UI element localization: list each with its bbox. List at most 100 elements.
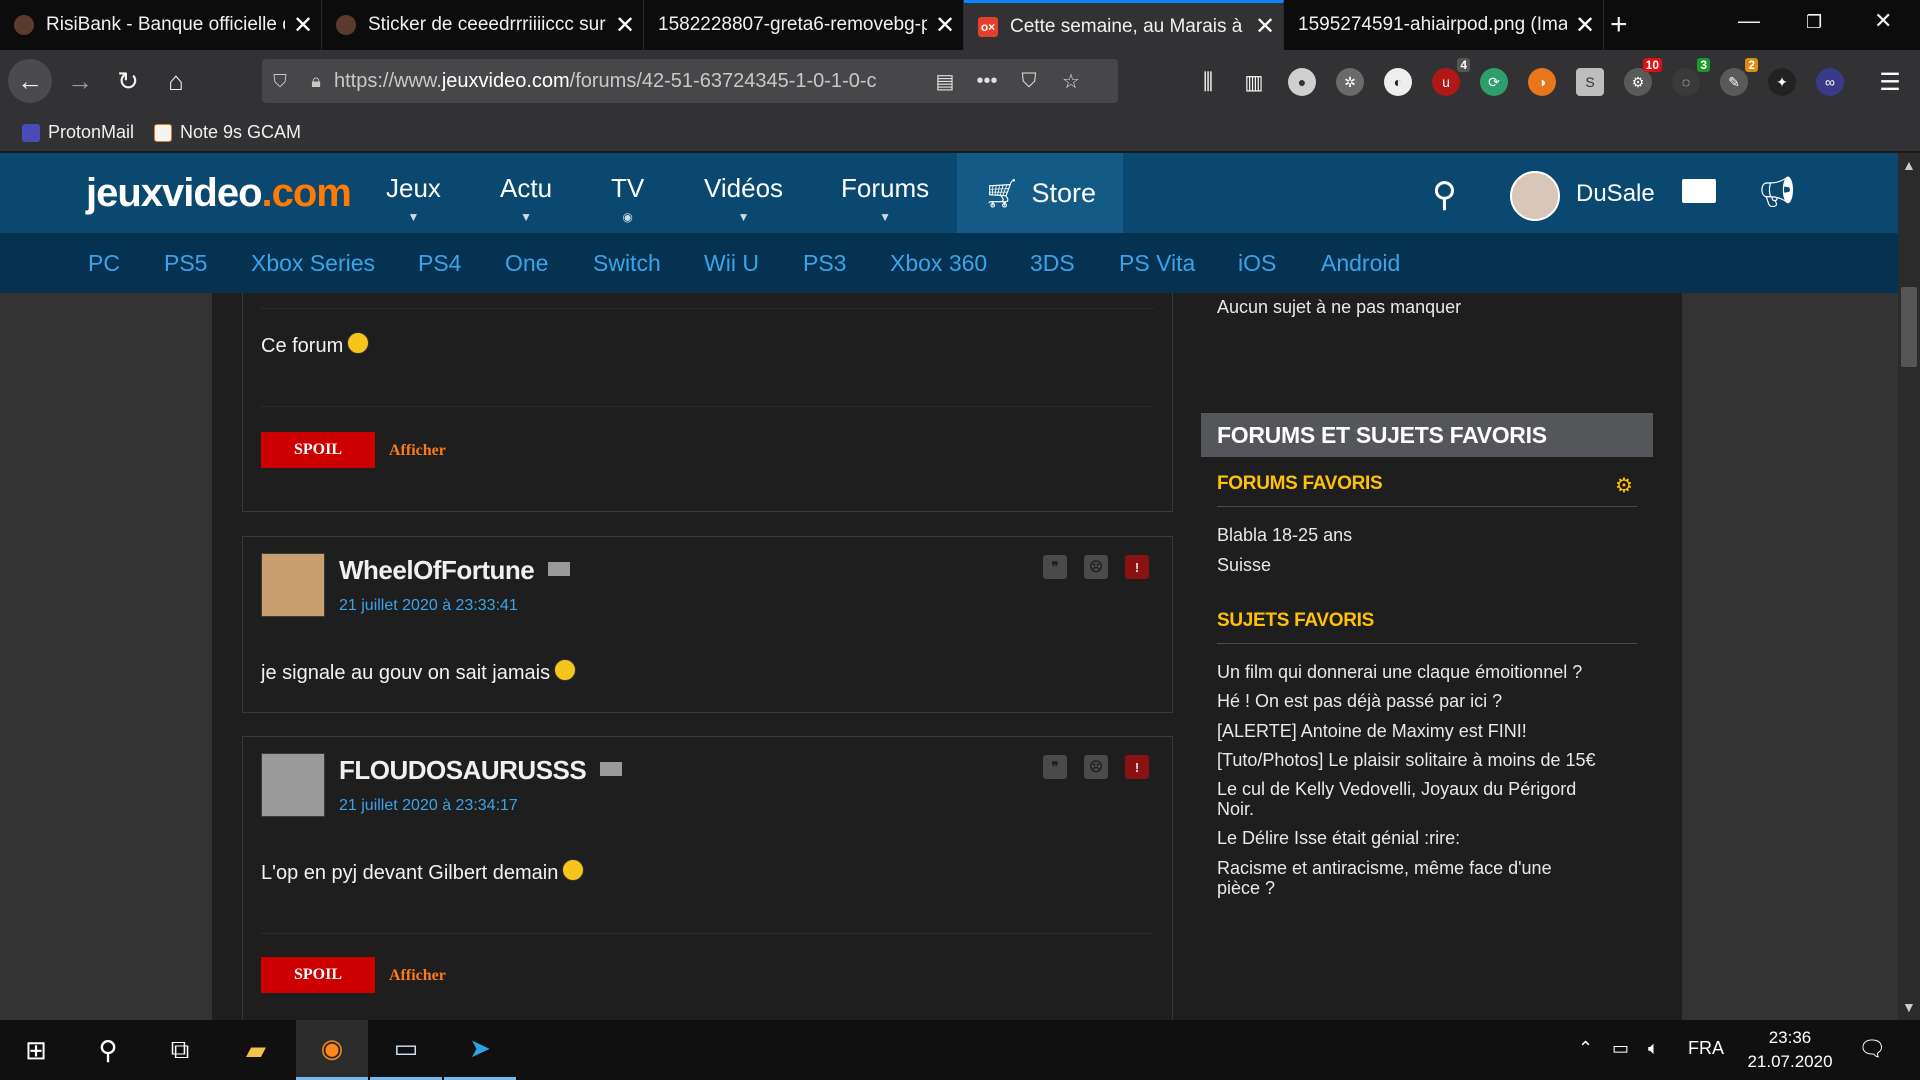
extension-icon[interactable]: ✦: [1768, 68, 1796, 96]
extension-icon[interactable]: ✲: [1336, 68, 1364, 96]
platform-switch[interactable]: Switch: [593, 250, 661, 277]
tab-sticker[interactable]: Sticker de ceeedrrriiiiccc sur c ✕: [322, 0, 644, 50]
quote-icon[interactable]: ❞: [1043, 755, 1067, 779]
favorite-topic-item[interactable]: [Tuto/Photos] Le plaisir solitaire à moi…: [1217, 750, 1617, 770]
quote-icon[interactable]: ❞: [1043, 555, 1067, 579]
more-actions-icon[interactable]: •••: [966, 70, 1008, 93]
favorite-topic-item[interactable]: Le Délire Isse était génial :rire:: [1217, 828, 1617, 848]
clock[interactable]: 23:36 21.07.2020: [1735, 1026, 1845, 1074]
extension-icon[interactable]: ◌ 3: [1672, 58, 1710, 96]
window-app-icon[interactable]: ▭: [370, 1020, 442, 1080]
nav-jeux[interactable]: Jeux ▼: [386, 173, 441, 224]
ublock-icon[interactable]: u4: [1432, 58, 1470, 96]
reload-button[interactable]: ↻: [108, 61, 148, 101]
platform-one[interactable]: One: [505, 250, 548, 277]
platform-psvita[interactable]: PS Vita: [1119, 250, 1195, 277]
username[interactable]: DuSale: [1576, 180, 1655, 208]
send-message-icon[interactable]: [600, 762, 623, 776]
close-icon[interactable]: ✕: [1247, 12, 1283, 41]
restore-button[interactable]: ❐: [1806, 12, 1822, 33]
favorite-topic-item[interactable]: Le cul de Kelly Vedovelli, Joyaux du Pér…: [1217, 779, 1587, 819]
scroll-down-icon[interactable]: ▼: [1902, 999, 1916, 1015]
platform-xbox-series[interactable]: Xbox Series: [251, 250, 375, 277]
search-icon[interactable]: ⚲: [1432, 175, 1457, 215]
favorite-forum-item[interactable]: Blabla 18-25 ans: [1217, 525, 1617, 545]
platform-ps4[interactable]: PS4: [418, 250, 461, 277]
reader-view-icon[interactable]: ▤: [924, 69, 966, 94]
site-logo[interactable]: jeuxvideo.com: [86, 171, 352, 216]
bookmark-note9s[interactable]: Note 9s GCAM: [154, 122, 301, 143]
forward-button[interactable]: →: [60, 61, 100, 101]
account-icon[interactable]: ●: [1288, 68, 1316, 96]
tab-marais-active[interactable]: o× Cette semaine, au Marais à Pa ✕: [964, 0, 1284, 50]
library-icon[interactable]: ⫼: [1194, 68, 1222, 96]
notification-center-icon[interactable]: 🗨︎: [1858, 1036, 1886, 1062]
favorite-topic-item[interactable]: [ALERTE] Antoine de Maximy est FINI!: [1217, 721, 1617, 741]
platform-ps3[interactable]: PS3: [803, 250, 846, 277]
nav-store[interactable]: 🛒︎ Store: [957, 153, 1123, 233]
home-button[interactable]: ⌂: [156, 61, 196, 101]
author-avatar[interactable]: [261, 553, 325, 617]
gear-icon[interactable]: ⚙: [1615, 473, 1633, 498]
blacklist-icon[interactable]: ☹: [1084, 555, 1108, 579]
post-author[interactable]: WheelOfFortune: [339, 555, 571, 586]
new-tab-button[interactable]: +: [1610, 8, 1628, 42]
platform-xbox360[interactable]: Xbox 360: [890, 250, 987, 277]
menu-icon[interactable]: ☰: [1876, 68, 1904, 96]
extension-icon[interactable]: ✎ 2: [1720, 58, 1758, 96]
extension-icon[interactable]: ⚙ 10: [1624, 58, 1662, 96]
favorite-forum-item[interactable]: Suisse: [1217, 555, 1617, 575]
nav-tv[interactable]: TV ◉: [611, 173, 644, 224]
platform-wiiu[interactable]: Wii U: [704, 250, 759, 277]
language-indicator[interactable]: FRA: [1688, 1038, 1724, 1059]
shield-icon[interactable]: ⛉: [262, 71, 298, 92]
close-icon[interactable]: ✕: [285, 11, 321, 40]
post-date[interactable]: 21 juillet 2020 à 23:34:17: [339, 797, 518, 815]
report-icon[interactable]: !: [1125, 755, 1149, 779]
platform-ios[interactable]: iOS: [1238, 250, 1276, 277]
platform-ps5[interactable]: PS5: [164, 250, 207, 277]
search-icon[interactable]: ⚲: [72, 1020, 144, 1080]
send-message-icon[interactable]: [548, 562, 571, 576]
favorite-topic-item[interactable]: Hé ! On est pas déjà passé par ici ?: [1217, 691, 1617, 711]
report-icon[interactable]: !: [1125, 555, 1149, 579]
extension-icon[interactable]: ∞: [1816, 68, 1844, 96]
tab-greta-image[interactable]: 1582228807-greta6-removebg-p ✕: [644, 0, 964, 50]
mail-icon[interactable]: [1682, 179, 1716, 203]
scrollbar-thumb[interactable]: [1901, 287, 1917, 367]
extension-icon[interactable]: S: [1576, 68, 1604, 96]
back-button[interactable]: ←: [8, 59, 52, 103]
minimize-button[interactable]: —: [1738, 8, 1760, 34]
bookmark-protonmail[interactable]: ProtonMail: [22, 122, 134, 143]
file-explorer-icon[interactable]: ▰: [220, 1020, 292, 1080]
blacklist-icon[interactable]: ☹: [1084, 755, 1108, 779]
tab-risibank[interactable]: RisiBank - Banque officielle d ✕: [0, 0, 322, 50]
extension-icon[interactable]: ⟳: [1480, 68, 1508, 96]
favorite-topic-item[interactable]: Racisme et antiracisme, même face d'une …: [1217, 858, 1567, 898]
battery-icon[interactable]: ▭: [1612, 1038, 1629, 1059]
post-author[interactable]: FLOUDOSAURUSSS: [339, 755, 623, 786]
telegram-icon[interactable]: ➤: [444, 1020, 516, 1080]
page-scrollbar[interactable]: ▲ ▼: [1898, 153, 1920, 1020]
firefox-icon[interactable]: ◉: [296, 1020, 368, 1080]
close-icon[interactable]: ✕: [1567, 11, 1603, 40]
sidebar-icon[interactable]: ▥: [1240, 68, 1268, 96]
nav-videos[interactable]: Vidéos ▼: [704, 173, 783, 224]
windows-start-icon[interactable]: ⊞: [0, 1020, 72, 1080]
task-view-icon[interactable]: ⧉: [144, 1020, 216, 1080]
favorite-topic-item[interactable]: Un film qui donnerai une claque émoition…: [1217, 662, 1617, 682]
scroll-up-icon[interactable]: ▲: [1902, 157, 1916, 173]
nav-forums[interactable]: Forums ▼: [841, 173, 929, 224]
url-bar[interactable]: ⛉ 🔒︎ https://www.jeuxvideo.com/forums/42…: [262, 59, 1118, 103]
extension-icon[interactable]: ◐: [1384, 68, 1412, 96]
bookmark-star-icon[interactable]: ☆: [1050, 69, 1092, 94]
platform-pc[interactable]: PC: [88, 250, 120, 277]
close-icon[interactable]: ✕: [607, 11, 643, 40]
avatar[interactable]: [1510, 171, 1560, 221]
platform-3ds[interactable]: 3DS: [1030, 250, 1075, 277]
lock-icon[interactable]: 🔒︎: [298, 71, 334, 92]
platform-android[interactable]: Android: [1321, 250, 1400, 277]
volume-icon[interactable]: 🔈︎: [1648, 1038, 1659, 1059]
pocket-icon[interactable]: ⛉: [1008, 70, 1050, 93]
tab-airpod-image[interactable]: 1595274591-ahiairpod.png (Imag ✕: [1284, 0, 1604, 50]
